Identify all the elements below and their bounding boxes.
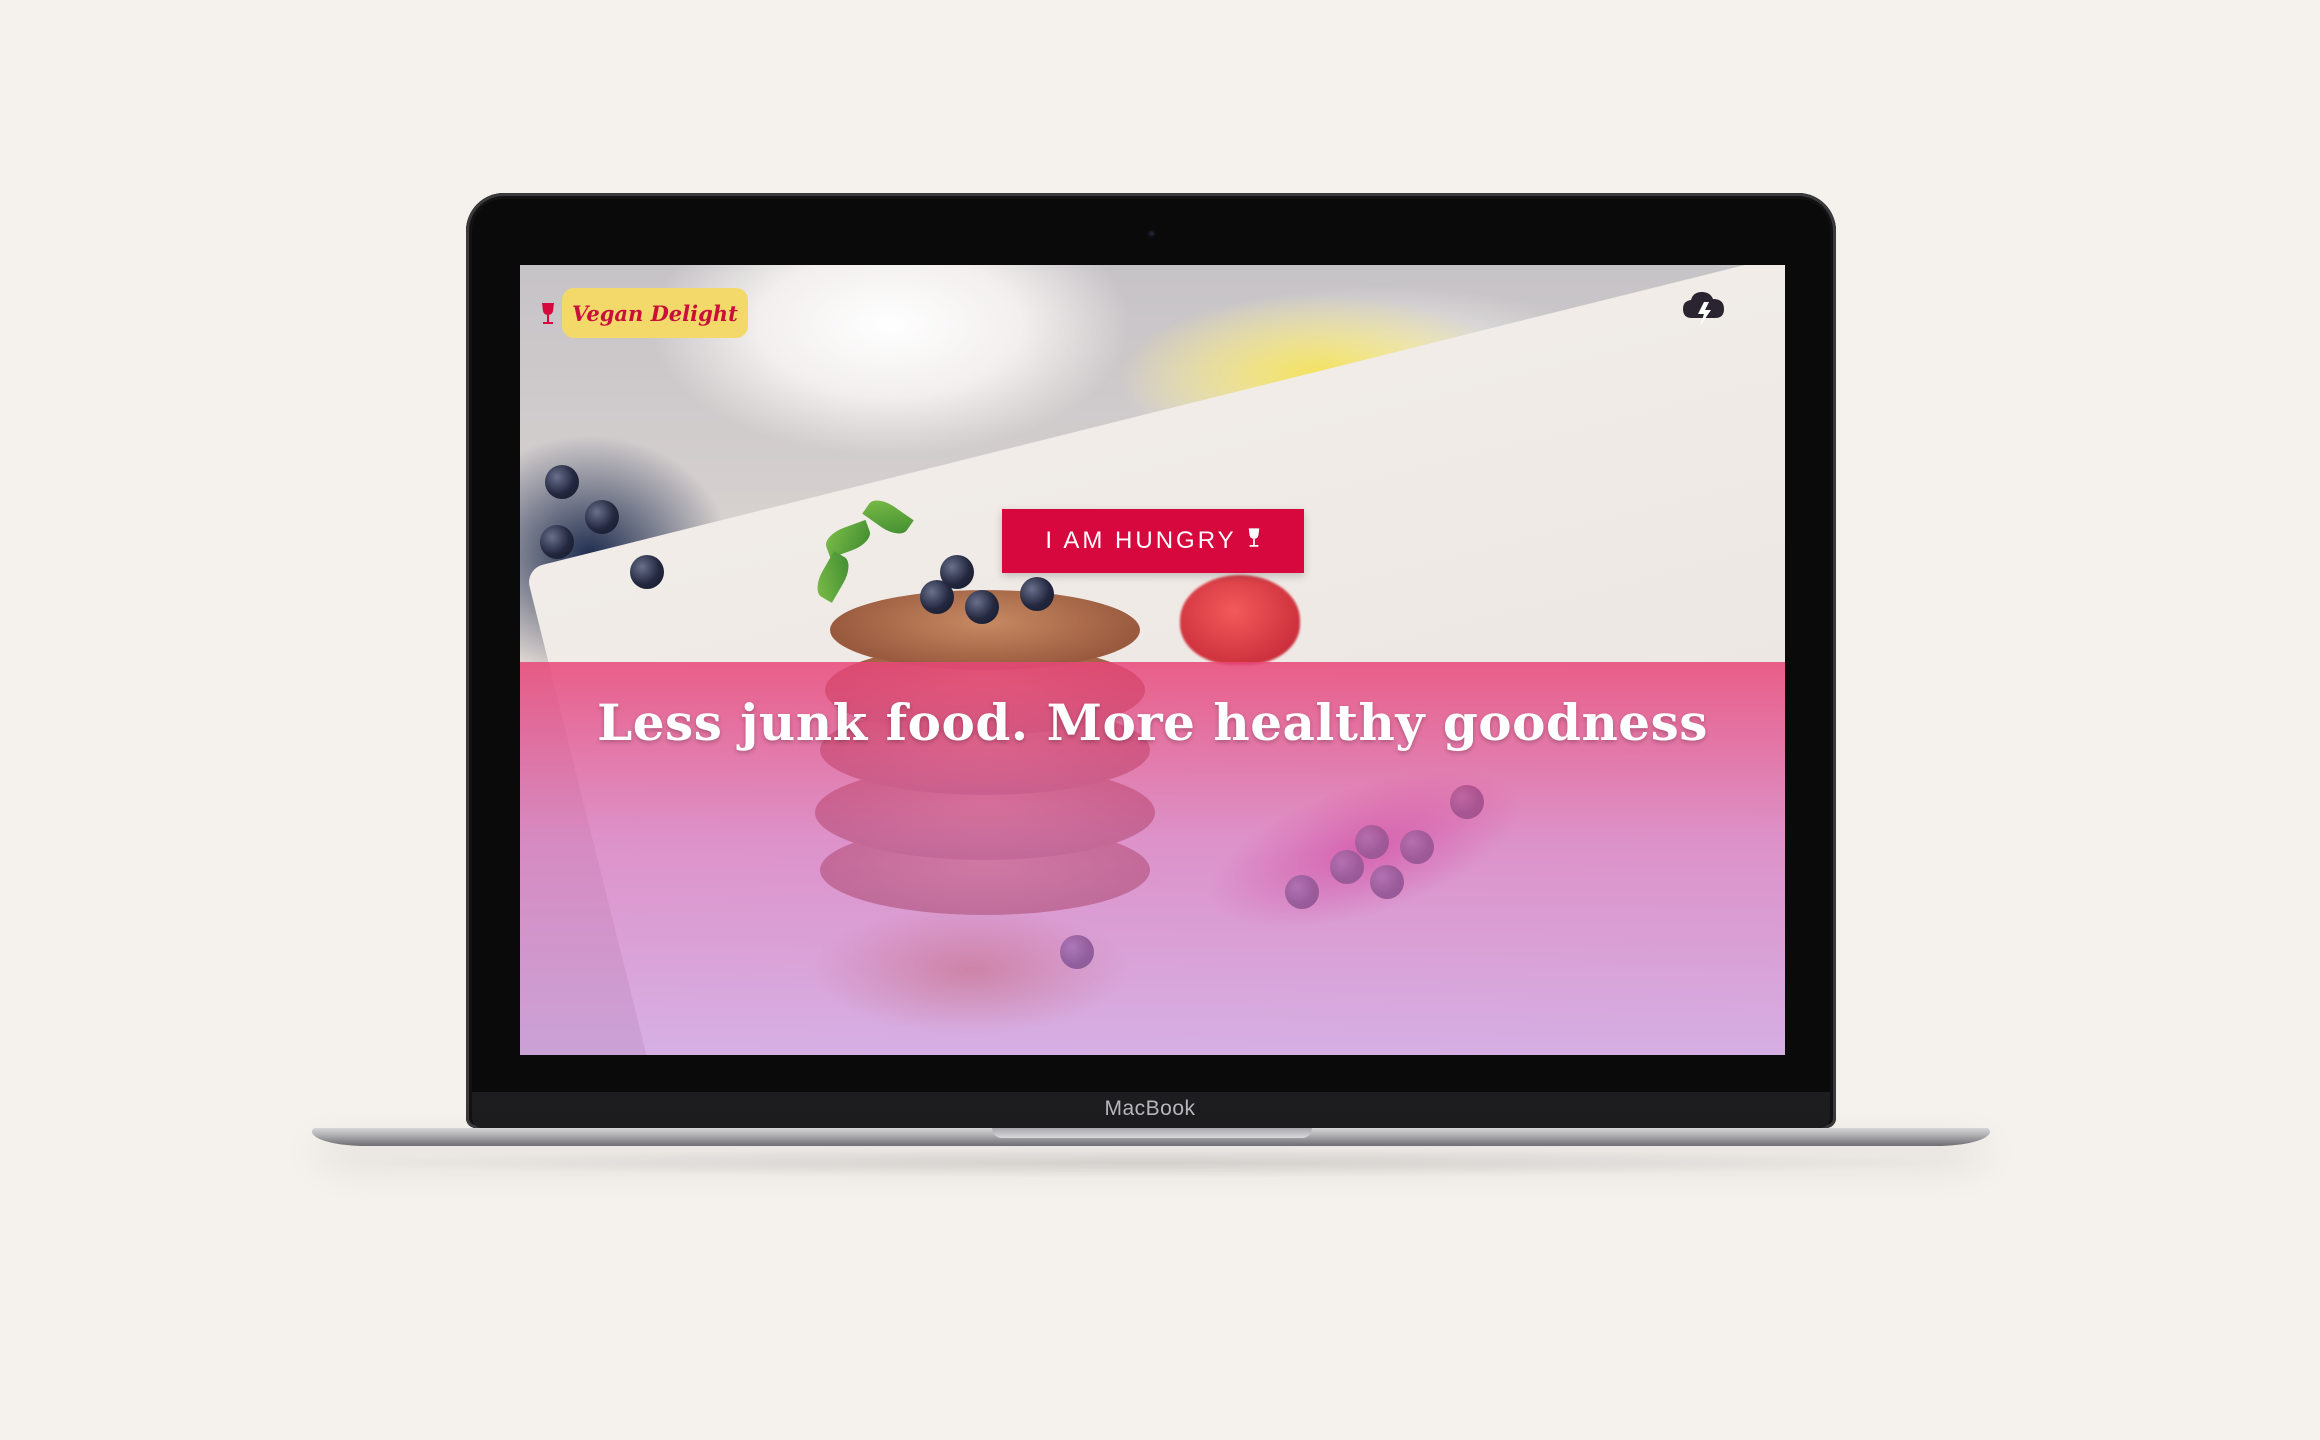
hero-blueberry	[545, 465, 579, 499]
site-logo[interactable]: Vegan Delight	[562, 288, 748, 338]
hero-strawberry	[1180, 575, 1300, 665]
mockup-scene: Vegan Delight I AM HUNGRY Less junk food…	[0, 0, 2320, 1440]
hero-blueberry	[540, 525, 574, 559]
hero-blueberry	[965, 590, 999, 624]
laptop-shadow	[330, 1148, 1970, 1178]
laptop-hinge-notch	[992, 1128, 1312, 1138]
hero-blueberry	[1020, 577, 1054, 611]
wine-glass-icon	[540, 302, 556, 331]
wine-glass-icon	[1247, 527, 1261, 556]
hero-blueberry	[630, 555, 664, 589]
hero-headline: Less junk food. More healthy goodness	[597, 693, 1708, 752]
webcam	[1147, 229, 1156, 238]
laptop-brand-label: MacBook	[1104, 1097, 1196, 1120]
cta-label: I AM HUNGRY	[1045, 527, 1237, 554]
hero-blueberry	[585, 500, 619, 534]
cloud-lightning-icon[interactable]	[1680, 288, 1728, 337]
website-screen: Vegan Delight I AM HUNGRY Less junk food…	[520, 265, 1785, 1055]
i-am-hungry-button[interactable]: I AM HUNGRY	[1002, 509, 1304, 573]
site-logo-text: Vegan Delight	[572, 300, 738, 326]
hero-blueberry	[940, 555, 974, 589]
